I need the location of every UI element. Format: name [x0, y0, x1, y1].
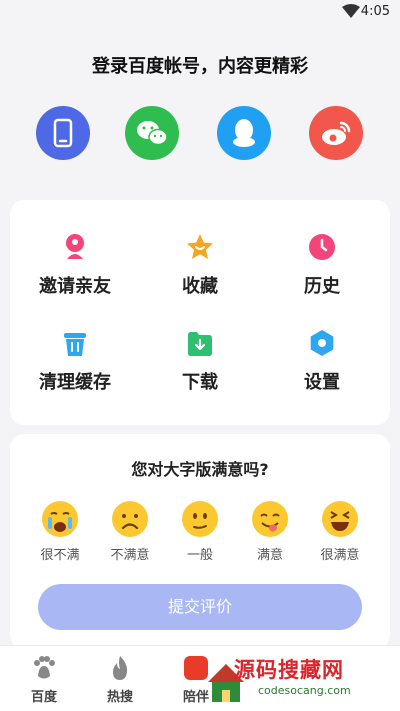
login-title: 登录百度帐号，内容更精彩: [92, 56, 308, 77]
rating-label: 不满意: [110, 548, 150, 563]
rating-label: 满意: [256, 548, 283, 563]
settings-icon: [310, 330, 334, 356]
invite-icon: [66, 234, 84, 259]
baidu-paw-icon: [34, 656, 55, 679]
function-grid-card: 邀请亲友 收藏 历史 清理缓存 下载 设置: [10, 200, 390, 425]
wifi-icon: [342, 4, 360, 18]
grid-item-label: 邀请亲友: [39, 276, 111, 297]
neutral-face-icon: [182, 501, 218, 537]
weibo-login-button[interactable]: [309, 106, 363, 160]
grid-item-label: 历史: [304, 276, 340, 297]
grid-item-label: 清理缓存: [39, 372, 111, 393]
qq-penguin-icon: [233, 119, 255, 147]
star-icon: [187, 234, 213, 259]
tab-label: 热搜: [106, 690, 133, 705]
rating-label: 很不满: [40, 548, 80, 563]
tongue-face-icon: [252, 501, 288, 537]
phone-login-button[interactable]: [36, 106, 90, 160]
tab-label: 百度: [30, 690, 57, 705]
watermark-url: codesocang.com: [258, 684, 351, 697]
satisfaction-survey-card: 您对大字版满意吗? 很不满 不满意 一般 满意 很满意 提交评价: [10, 434, 390, 649]
rating-label: 一般: [186, 548, 213, 563]
rating-label: 很满意: [320, 548, 360, 563]
flame-icon: [113, 656, 128, 680]
survey-title: 您对大字版满意吗?: [131, 460, 269, 479]
crying-face-icon: [42, 501, 78, 537]
watermark-title: 源码搜藏网: [234, 658, 344, 682]
submit-rating-button[interactable]: 提交评价: [38, 584, 362, 630]
grid-item-label: 收藏: [182, 276, 218, 297]
status-bar: 4:05: [0, 0, 400, 24]
clock-icon: [309, 234, 335, 260]
login-options: [0, 106, 400, 162]
trash-icon: [64, 333, 86, 356]
phone-icon: [53, 118, 73, 148]
laughing-face-icon: [322, 501, 358, 537]
wechat-login-button[interactable]: [125, 106, 179, 160]
wechat-icon: [137, 121, 168, 146]
grid-item-label: 下载: [182, 372, 218, 393]
frowning-face-icon: [112, 501, 148, 537]
download-icon: [188, 332, 212, 356]
status-time: 4:05: [360, 4, 390, 19]
watermark-overlay: 源码搜藏网 codesocang.com: [168, 650, 400, 710]
grid-item-label: 设置: [304, 372, 340, 393]
weibo-icon: [322, 121, 351, 145]
qq-login-button[interactable]: [217, 106, 271, 160]
